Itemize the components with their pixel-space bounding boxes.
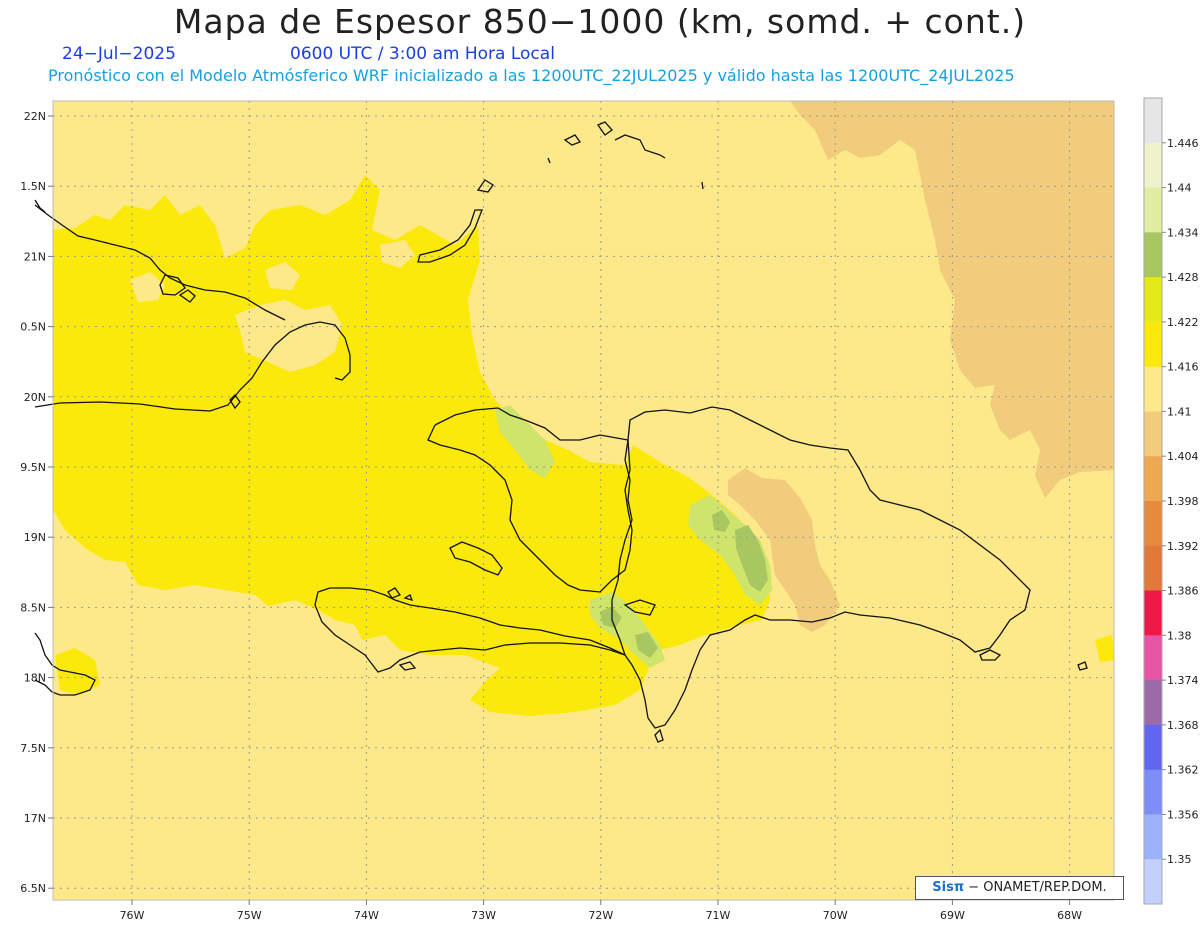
- colorbar-swatch: [1144, 456, 1162, 502]
- colorbar-swatch: [1144, 590, 1162, 636]
- colorbar-swatch: [1144, 769, 1162, 815]
- latitude-axis: 22N 1.5N 21N 0.5N 20N 9.5N 19N 8.5N 18N 7.5N 17N 6.…: [20, 110, 53, 895]
- lat-label: 8.5N: [20, 601, 46, 614]
- lon-label: 75W: [237, 909, 262, 922]
- colorbar-label: 1.422: [1167, 316, 1199, 329]
- lat-label: 6.5N: [20, 882, 46, 895]
- colorbar-label: 1.446: [1167, 137, 1199, 150]
- colorbar-label: 1.44: [1167, 182, 1192, 195]
- credit-box: Sisπ − ONAMET/REP.DOM.: [915, 876, 1124, 900]
- lat-label: 20N: [24, 391, 46, 404]
- colorbar-label: 1.362: [1167, 764, 1199, 777]
- colorbar-swatch: [1144, 545, 1162, 592]
- lat-label: 17N: [24, 812, 46, 825]
- credit-text: − ONAMET/REP.DOM.: [968, 880, 1107, 895]
- lat-label: 9.5N: [20, 461, 46, 474]
- lon-label: 69W: [940, 909, 965, 922]
- credit-logo: Sisπ: [932, 880, 965, 895]
- lon-label: 74W: [354, 909, 379, 922]
- colorbar-swatch: [1144, 814, 1162, 860]
- colorbar-label: 1.386: [1167, 585, 1199, 598]
- lat-label: 19N: [24, 531, 46, 544]
- colorbar-swatch: [1144, 635, 1162, 681]
- lon-label: 68W: [1057, 909, 1082, 922]
- longitude-axis: 76W 75W 74W 73W 72W 71W 70W 69W 68W: [120, 900, 1082, 922]
- lat-label: 7.5N: [20, 742, 46, 755]
- colorbar-label: 1.428: [1167, 271, 1199, 284]
- lat-label: 18N: [24, 672, 46, 685]
- colorbar-label: 1.398: [1167, 495, 1199, 508]
- colorbar-label: 1.416: [1167, 361, 1199, 374]
- colorbar-swatch: [1144, 501, 1162, 547]
- lon-label: 71W: [706, 909, 731, 922]
- map-svg: 22N 1.5N 21N 0.5N 20N 9.5N 19N 8.5N 18N 7.5N 17N 6.…: [20, 97, 1199, 922]
- colorbar-label: 1.41: [1167, 405, 1192, 418]
- lat-label: 1.5N: [20, 180, 46, 193]
- colorbar-swatch: [1144, 232, 1162, 278]
- colorbar-swatch: [1144, 277, 1162, 323]
- lon-label: 73W: [471, 909, 496, 922]
- lat-label: 0.5N: [20, 321, 46, 334]
- colorbar-label: 1.35: [1167, 853, 1192, 866]
- colorbar-swatch: [1144, 680, 1162, 726]
- colorbar-label: 1.368: [1167, 719, 1199, 732]
- colorbar-swatch: [1144, 98, 1162, 144]
- lon-label: 76W: [120, 909, 145, 922]
- colorbar-label: 1.404: [1167, 450, 1199, 463]
- colorbar-swatch: [1144, 366, 1162, 412]
- colorbar-swatch: [1144, 187, 1162, 233]
- colorbar-swatch: [1144, 411, 1162, 457]
- colorbar-label: 1.374: [1167, 674, 1199, 687]
- colorbar-swatch: [1144, 142, 1162, 189]
- colorbar-swatch: [1144, 859, 1162, 905]
- colorbar-label: 1.392: [1167, 540, 1199, 553]
- lon-label: 72W: [588, 909, 613, 922]
- lat-label: 22N: [24, 110, 46, 123]
- lat-label: 21N: [24, 250, 46, 263]
- lon-label: 70W: [823, 909, 848, 922]
- colorbar-swatch: [1144, 724, 1162, 771]
- colorbar-label: 1.38: [1167, 629, 1192, 642]
- colorbar-swatch: [1144, 321, 1162, 368]
- colorbar: 1.446 1.44 1.434 1.428 1.422 1.416 1.41 1.404 1.…: [1143, 97, 1199, 905]
- colorbar-label: 1.356: [1167, 808, 1199, 821]
- colorbar-label: 1.434: [1167, 226, 1199, 239]
